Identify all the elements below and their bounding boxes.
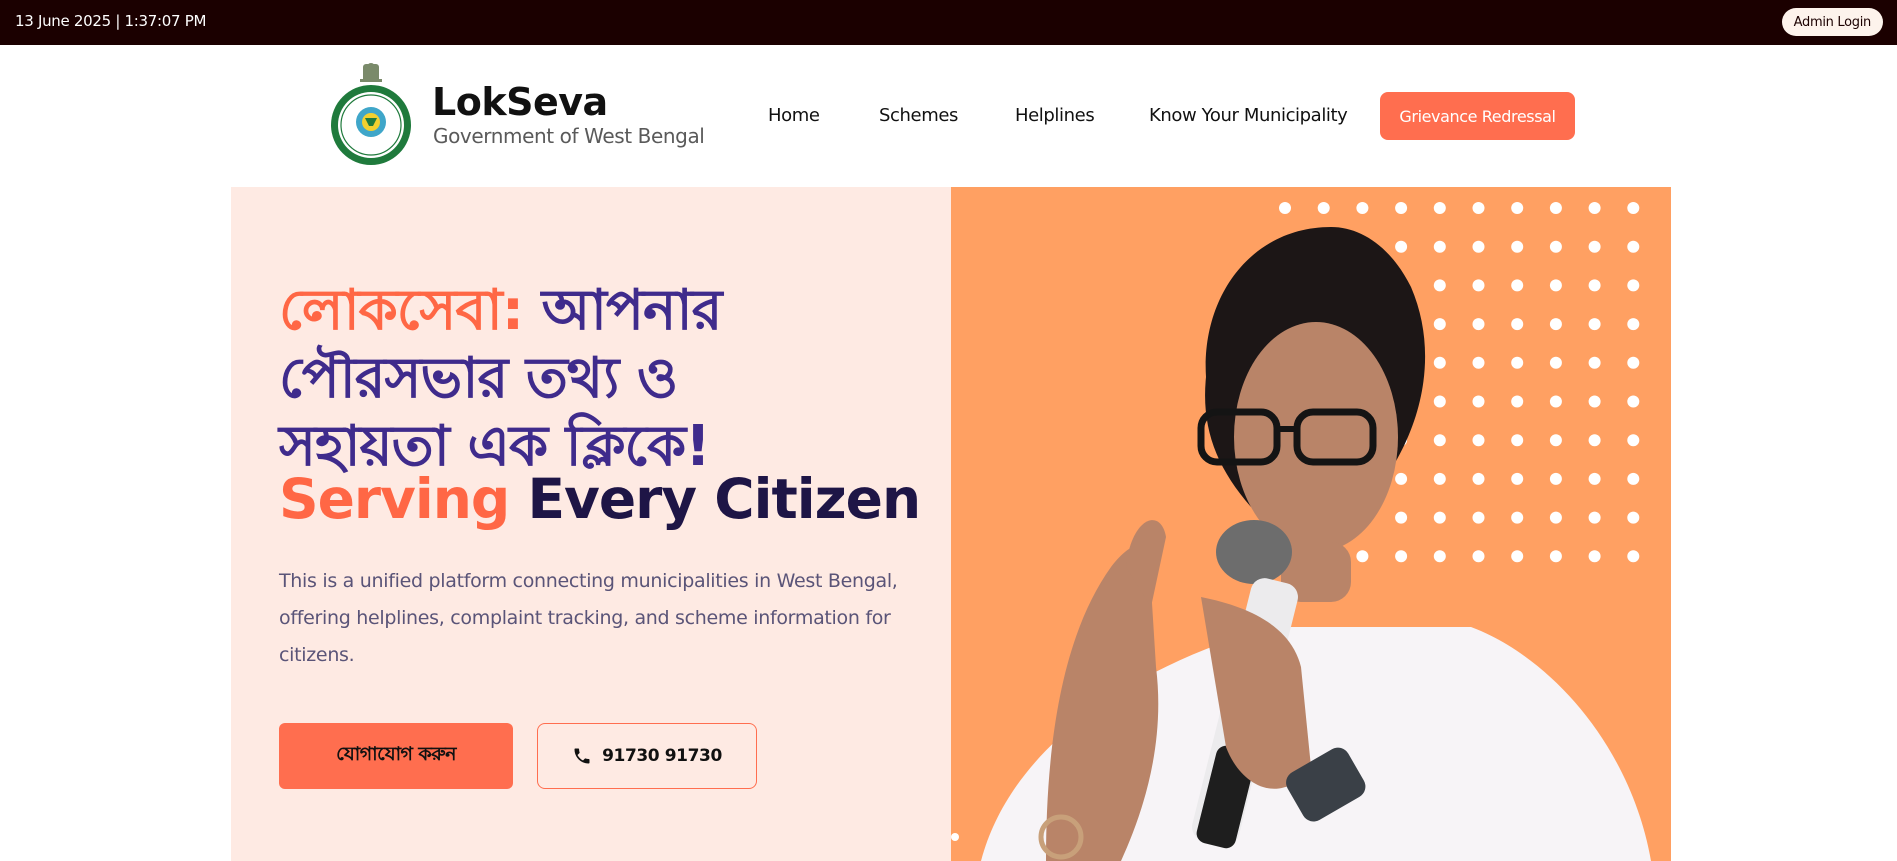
- hero-headline-accent: লোকসেবা:: [279, 278, 524, 343]
- hero-headline-word: আপনার: [541, 278, 723, 343]
- nav-know-your-municipality[interactable]: Know Your Municipality: [1149, 105, 1348, 126]
- brand-subtitle: Government of West Bengal: [433, 124, 705, 148]
- contact-us-button[interactable]: যোগাযোগ করুন: [279, 723, 513, 789]
- hero-description-line-1: This is a unified platform connecting mu…: [279, 570, 898, 592]
- nav-schemes[interactable]: Schemes: [879, 105, 958, 126]
- hero-description-line-3: citizens.: [279, 644, 355, 666]
- west-bengal-emblem-icon[interactable]: [330, 60, 412, 167]
- phone-icon: [574, 748, 590, 764]
- hero-headline-english: Serving Every Citizen: [279, 467, 921, 531]
- phone-number-label: 91730 91730: [602, 746, 722, 766]
- nav-home[interactable]: Home: [768, 105, 820, 126]
- hero-portrait-image: [951, 227, 1651, 861]
- hero-headline-en-accent: Serving: [279, 467, 510, 531]
- hero-description-line-2: offering helplines, complaint tracking, …: [279, 607, 891, 629]
- date-time-display: 13 June 2025 | 1:37:07 PM: [15, 12, 207, 30]
- hero-image-panel: [951, 187, 1671, 861]
- top-bar: 13 June 2025 | 1:37:07 PM Admin Login: [0, 0, 1897, 45]
- admin-login-button[interactable]: Admin Login: [1781, 8, 1883, 36]
- hero-text-panel: লোকসেবা: আপনার পৌরসভার তথ্য ও সহায়তা এক…: [231, 187, 951, 861]
- hero-headline-en-rest: Every Citizen: [527, 467, 921, 531]
- brand-name[interactable]: LokSeva: [432, 80, 608, 124]
- phone-helpline-button[interactable]: 91730 91730: [537, 723, 757, 789]
- nav-helplines[interactable]: Helplines: [1015, 105, 1095, 126]
- grievance-redressal-button[interactable]: Grievance Redressal: [1380, 92, 1575, 140]
